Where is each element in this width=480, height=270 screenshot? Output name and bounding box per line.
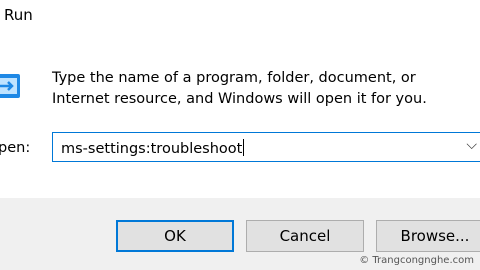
chevron-down-icon[interactable]: ⌵ <box>466 137 477 153</box>
window-title: Run <box>4 6 33 24</box>
open-input[interactable]: ms-settings:troubleshoot <box>61 139 245 157</box>
run-icon <box>0 70 24 104</box>
text-caret <box>243 139 245 156</box>
browse-button[interactable]: Browse... <box>376 220 480 252</box>
ok-button[interactable]: OK <box>116 220 234 252</box>
dialog-description: Type the name of a program, folder, docu… <box>52 70 427 107</box>
cancel-button[interactable]: Cancel <box>246 220 364 252</box>
watermark: © Trangcongnghe.com <box>359 255 474 266</box>
dialog-content <box>0 38 480 198</box>
open-combobox[interactable]: ms-settings:troubleshoot ⌵ <box>52 132 480 162</box>
title-bar: Run <box>0 0 480 38</box>
open-label: pen: <box>0 140 31 156</box>
